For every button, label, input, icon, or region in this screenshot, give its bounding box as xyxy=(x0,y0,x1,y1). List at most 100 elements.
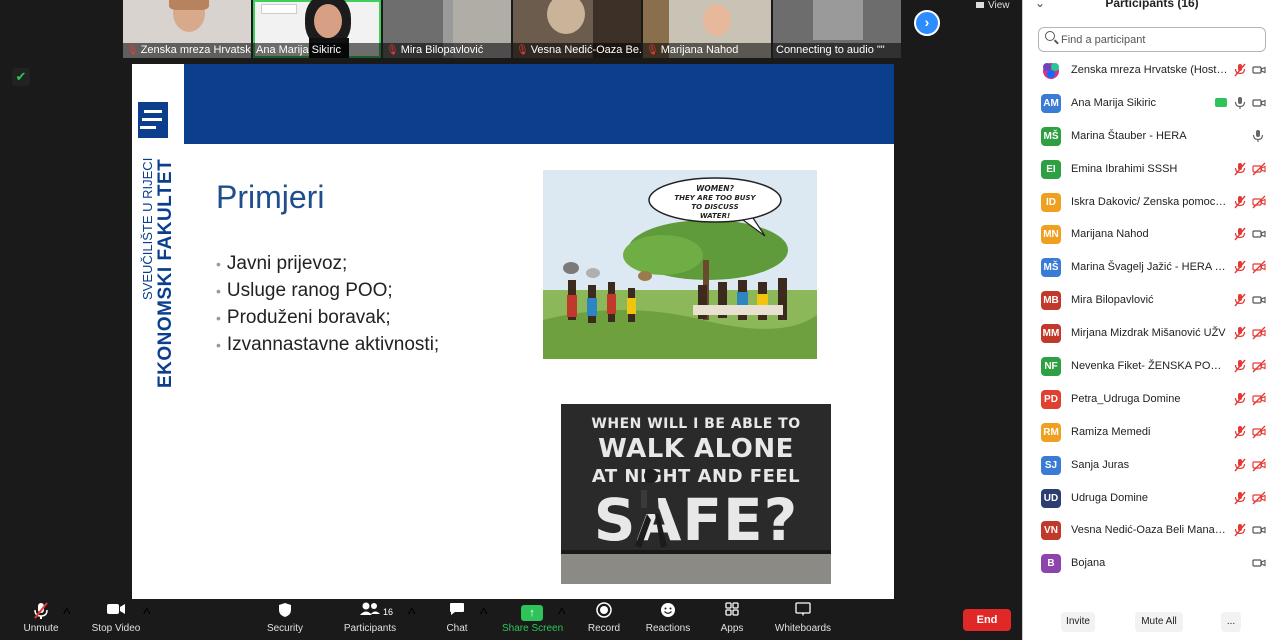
view-icon xyxy=(976,2,984,8)
video-off-icon[interactable] xyxy=(1252,326,1266,340)
video-off-icon[interactable] xyxy=(1252,491,1266,505)
participant-search-input[interactable] xyxy=(1061,31,1261,49)
video-tile[interactable]: 🎙 Zenska mreza Hrvatske xyxy=(123,0,251,58)
share-options-caret[interactable]: ^ xyxy=(558,606,566,624)
mute-all-button[interactable]: Mute All xyxy=(1135,612,1183,632)
participants-panel-title: Participants (16) xyxy=(1105,0,1199,10)
end-meeting-button[interactable]: End xyxy=(963,609,1011,631)
participants-panel-footer: Invite Mute All ... xyxy=(1023,608,1280,636)
invite-button[interactable]: Invite xyxy=(1061,612,1095,632)
mic-muted-icon[interactable] xyxy=(1234,491,1246,508)
mic-muted-icon[interactable] xyxy=(1234,162,1246,179)
slide-bullet-list: • Javni prijevoz; • Usluge ranog POO; • Pro… xyxy=(216,250,439,358)
apps-button[interactable]: Apps xyxy=(716,602,748,636)
participants-options-caret[interactable]: ^ xyxy=(408,606,416,624)
participant-row[interactable]: MN Marijana Nahod xyxy=(1023,218,1280,251)
unmute-button[interactable]: Unmute xyxy=(18,602,64,636)
view-button[interactable]: View xyxy=(976,0,1010,11)
mic-muted-icon[interactable] xyxy=(1234,260,1246,277)
video-options-caret[interactable]: ^ xyxy=(143,606,151,624)
mic-muted-icon[interactable] xyxy=(1234,458,1246,475)
stop-video-button[interactable]: Stop Video xyxy=(88,602,144,636)
video-tile-active-speaker[interactable]: Ana Marija Sikiric xyxy=(253,0,381,58)
video-tile[interactable]: 🎙 Vesna Nedić-Oaza Be... xyxy=(513,0,641,58)
slide-header-band xyxy=(184,64,894,144)
video-camera-icon[interactable] xyxy=(1252,227,1266,241)
participant-avatar: AM xyxy=(1041,93,1061,113)
participant-row[interactable]: MŠ Marina Štauber - HERA xyxy=(1023,120,1280,153)
tile-name: 🎙 Vesna Nedić-Oaza Be... xyxy=(513,43,641,58)
more-options-button[interactable]: ... xyxy=(1221,612,1241,632)
participant-row[interactable]: UD Udruga Domine xyxy=(1023,482,1280,515)
participant-search-box[interactable] xyxy=(1038,27,1266,52)
video-camera-icon[interactable] xyxy=(1252,556,1266,570)
participant-row[interactable]: PD Petra_Udruga Domine xyxy=(1023,383,1280,416)
tile-name: 🎙 Zenska mreza Hrvatske xyxy=(123,43,251,58)
mic-muted-icon[interactable] xyxy=(1234,326,1246,343)
participant-row[interactable]: VN Vesna Nedić-Oaza Beli Manastir xyxy=(1023,514,1280,547)
video-camera-icon[interactable] xyxy=(1252,63,1266,77)
video-off-icon[interactable] xyxy=(1252,458,1266,472)
mic-icon[interactable] xyxy=(1252,129,1264,146)
participant-name: Iskra Dakovic/ Zenska pomoc sa... xyxy=(1071,195,1229,208)
whiteboards-button[interactable]: Whiteboards xyxy=(772,602,834,636)
participant-row[interactable]: MB Mira Bilopavlović xyxy=(1023,284,1280,317)
participant-row[interactable]: MM Mirjana Mizdrak Mišanović UŽV xyxy=(1023,317,1280,350)
video-camera-icon[interactable] xyxy=(1252,96,1266,110)
video-tile[interactable]: 🎙 Mira Bilopavlović xyxy=(383,0,511,58)
cartoon-bubble-line: THEY ARE TOO BUSY xyxy=(674,194,756,202)
participant-row[interactable]: SJ Sanja Juras xyxy=(1023,449,1280,482)
participant-avatar: MM xyxy=(1041,324,1061,344)
reactions-button[interactable]: Reactions xyxy=(644,602,692,636)
video-camera-icon[interactable] xyxy=(1252,523,1266,537)
video-off-icon[interactable] xyxy=(1252,425,1266,439)
mic-muted-icon[interactable] xyxy=(1234,359,1246,376)
mic-icon[interactable] xyxy=(1234,96,1246,113)
participant-row[interactable]: NF Nevenka Fiket- ŽENSKA POMOĆ... xyxy=(1023,350,1280,383)
participant-row[interactable]: AM Ana Marija Sikiric xyxy=(1023,87,1280,120)
mic-muted-icon[interactable] xyxy=(1234,523,1246,540)
participant-avatar: VN xyxy=(1041,521,1061,541)
mic-muted-icon[interactable] xyxy=(1234,392,1246,409)
encryption-shield-icon[interactable]: ✔ xyxy=(12,68,30,86)
tile-name: Ana Marija Sikiric xyxy=(253,43,381,58)
security-button[interactable]: Security xyxy=(262,602,308,636)
participant-row[interactable]: MŠ Marina Švagelj Jažić - HERA Križ... xyxy=(1023,251,1280,284)
chat-options-caret[interactable]: ^ xyxy=(480,606,488,624)
video-off-icon[interactable] xyxy=(1252,162,1266,176)
participant-name: Zenska mreza Hrvatske (Host, me) xyxy=(1071,64,1229,76)
participant-name: Bojana xyxy=(1071,557,1106,570)
participant-avatar: B xyxy=(1041,554,1061,574)
participant-name: Emina Ibrahimi SSSH xyxy=(1071,162,1178,175)
unmute-options-caret[interactable]: ^ xyxy=(63,606,71,624)
video-off-icon[interactable] xyxy=(1252,260,1266,274)
participant-row[interactable]: B Bojana xyxy=(1023,547,1280,580)
video-tile[interactable]: Connecting to audio "" xyxy=(773,0,901,58)
record-button[interactable]: Record xyxy=(584,602,624,636)
participants-button[interactable]: 16 Participants xyxy=(340,602,400,636)
participant-row[interactable]: Zenska mreza Hrvatske (Host, me) xyxy=(1023,54,1280,87)
share-screen-button[interactable]: ↑ Share Screen xyxy=(502,602,563,636)
poster-line: AT NIGHT AND FEEL xyxy=(591,466,801,487)
video-off-icon[interactable] xyxy=(1252,359,1266,373)
search-icon xyxy=(1045,31,1055,41)
mic-muted-icon[interactable] xyxy=(1234,195,1246,212)
video-off-icon[interactable] xyxy=(1252,392,1266,406)
mic-muted-icon[interactable] xyxy=(1234,425,1246,442)
gallery-next-page-button[interactable]: › xyxy=(914,10,940,36)
mic-muted-icon[interactable] xyxy=(1234,227,1246,244)
participant-row[interactable]: RM Ramiza Memedi xyxy=(1023,416,1280,449)
chat-button[interactable]: Chat xyxy=(437,602,477,636)
participant-avatar: SJ xyxy=(1041,455,1061,475)
mic-muted-icon xyxy=(18,602,64,622)
participant-row[interactable]: ID Iskra Dakovic/ Zenska pomoc sa... xyxy=(1023,186,1280,219)
whiteboard-icon xyxy=(772,602,834,622)
video-camera-icon[interactable] xyxy=(1252,293,1266,307)
mic-muted-icon[interactable] xyxy=(1234,293,1246,310)
mic-muted-icon[interactable] xyxy=(1234,63,1246,80)
video-off-icon[interactable] xyxy=(1252,195,1266,209)
slide-bullet: • Usluge ranog POO; xyxy=(216,280,393,301)
participant-row[interactable]: EI Emina Ibrahimi SSSH xyxy=(1023,153,1280,186)
participant-avatar: UD xyxy=(1041,488,1061,508)
video-tile[interactable]: 🎙 Marijana Nahod xyxy=(643,0,771,58)
